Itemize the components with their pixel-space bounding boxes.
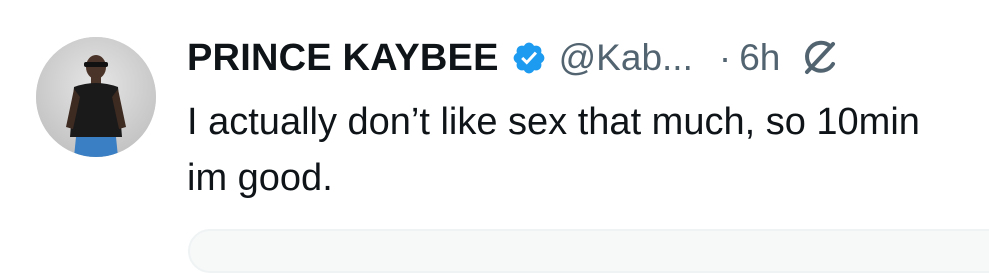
quoted-card[interactable] [188, 229, 989, 273]
avatar-image [36, 37, 156, 157]
tweet[interactable]: PRINCE KAYBEE @Kab... · 6h I actually do… [0, 0, 989, 273]
verified-badge-icon[interactable] [511, 40, 547, 76]
author-display-name[interactable]: PRINCE KAYBEE [187, 37, 499, 80]
separator-dot: · [718, 37, 732, 78]
tweet-header: PRINCE KAYBEE @Kab... · 6h [187, 34, 840, 82]
timestamp[interactable]: 6h [739, 37, 780, 79]
author-handle[interactable]: @Kab... [559, 37, 693, 79]
avatar[interactable] [36, 37, 156, 157]
grok-icon[interactable] [800, 38, 840, 78]
tweet-text: I actually don’t like sex that much, so … [187, 101, 920, 199]
